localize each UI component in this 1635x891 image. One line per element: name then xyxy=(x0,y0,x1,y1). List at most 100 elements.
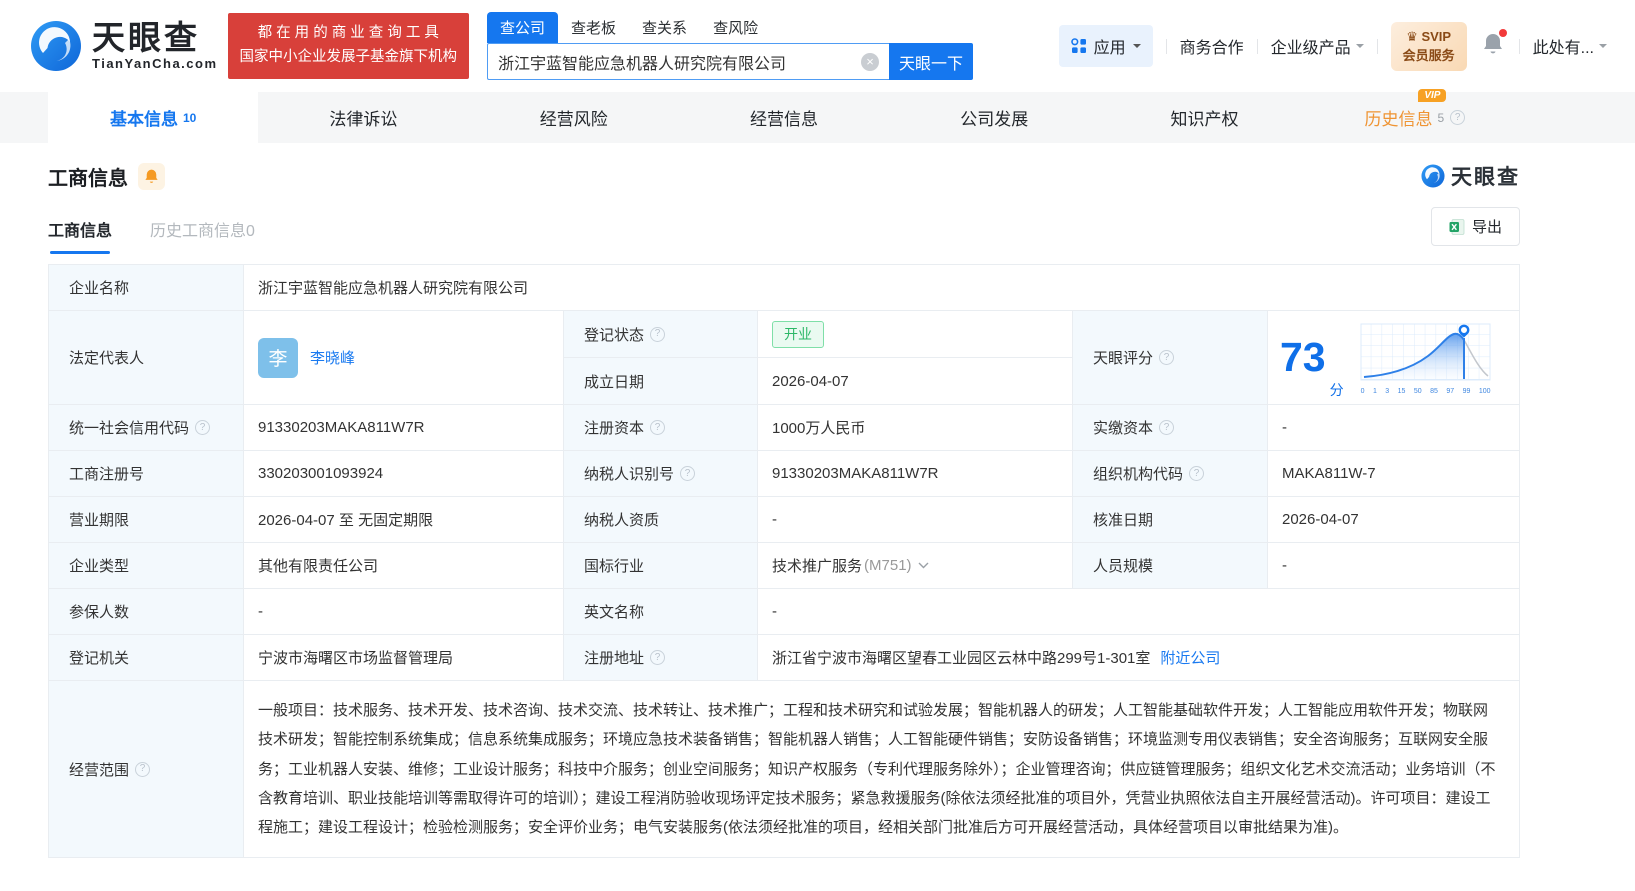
reg-status-value: 开业 xyxy=(758,311,1073,358)
score-distribution-chart: 01 3 15 50 85 97 99 100 xyxy=(1360,323,1492,395)
table-row: 企业类型 其他有限责任公司 国标行业 技术推广服务 (M751) 人员规模 - xyxy=(49,543,1520,589)
menu-enterprise-products[interactable]: 企业级产品 xyxy=(1271,34,1364,58)
help-icon[interactable]: ? xyxy=(1159,350,1175,365)
search-button[interactable]: 天眼一下 xyxy=(889,43,974,80)
bell-icon xyxy=(145,169,158,183)
tab-history-info[interactable]: VIP 历史信息 5 ? xyxy=(1310,89,1520,143)
tab-count: 5 xyxy=(1437,110,1445,125)
reg-status-label: 登记状态? xyxy=(564,311,758,358)
svip-member-button[interactable]: ♛ SVIP 会员服务 xyxy=(1390,21,1467,71)
score-curve xyxy=(1360,323,1491,380)
tab-company-development[interactable]: 公司发展 xyxy=(889,92,1099,143)
english-name-value: - xyxy=(758,589,1520,635)
table-row: 统一社会信用代码? 91330203MAKA811W7R 注册资本? 1000万… xyxy=(49,405,1520,451)
crown-icon: ♛ xyxy=(1406,28,1418,44)
insured-label: 参保人数 xyxy=(49,589,244,635)
search-input-wrap: × xyxy=(487,43,890,80)
legal-rep-value: 李 李晓峰 xyxy=(244,311,564,405)
vip-badge: VIP xyxy=(1418,89,1447,102)
help-icon[interactable]: ? xyxy=(650,420,666,435)
business-scope-value: 一般项目：技术服务、技术开发、技术咨询、技术交流、技术转让、技术推广；工程和技术… xyxy=(244,681,1520,859)
section-title: 工商信息 xyxy=(48,167,128,190)
help-icon[interactable]: ? xyxy=(650,650,666,665)
help-icon[interactable]: ? xyxy=(1159,420,1175,435)
approval-date-value: 2026-04-07 xyxy=(1268,497,1520,543)
staff-size-value: - xyxy=(1268,543,1520,589)
table-row: 企业名称 浙江宇蓝智能应急机器人研究院有限公司 xyxy=(49,265,1520,311)
taxpayer-id-label: 纳税人识别号? xyxy=(564,451,758,497)
taxpayer-quality-label: 纳税人资质 xyxy=(564,497,758,543)
help-icon[interactable]: ? xyxy=(1189,466,1205,481)
svip-line1: ♛ SVIP xyxy=(1406,28,1452,44)
apps-menu-button[interactable]: 应用 xyxy=(1058,25,1153,67)
establish-date-value: 2026-04-07 xyxy=(758,358,1073,405)
tab-basic-info[interactable]: 基本信息 10 xyxy=(48,92,259,143)
tianyancha-logo[interactable]: 天眼查 TianYanCha.com xyxy=(30,20,218,72)
menu-business-cooperation[interactable]: 商务合作 xyxy=(1180,34,1244,58)
tab-operation-info[interactable]: 经营信息 xyxy=(679,92,889,143)
help-icon[interactable]: ? xyxy=(135,761,151,777)
chevron-down-icon[interactable] xyxy=(918,562,929,569)
avatar[interactable]: 李 xyxy=(258,337,298,378)
logo-subtitle: TianYanCha.com xyxy=(92,55,218,71)
watermark-logo: 天眼查 xyxy=(1421,161,1520,191)
promo-banner: 都 在 用 的 商 业 查 询 工 具 国家中小企业发展子基金旗下机构 xyxy=(227,13,470,79)
industry-code: (M751) xyxy=(864,557,912,574)
reg-authority-label: 登记机关 xyxy=(49,635,244,681)
notifications-button[interactable] xyxy=(1482,28,1507,61)
staff-size-label: 人员规模 xyxy=(1073,543,1268,589)
search-input[interactable] xyxy=(498,52,862,71)
svip-line2: 会员服务 xyxy=(1402,48,1455,63)
business-scope-label: 经营范围? xyxy=(49,681,244,859)
search-tab-company[interactable]: 查公司 xyxy=(487,12,559,43)
subscribe-bell-button[interactable] xyxy=(138,162,165,190)
subtab-business-info[interactable]: 工商信息 xyxy=(48,217,112,254)
score-axis-ticks: 01 3 15 50 85 97 99 100 xyxy=(1360,387,1491,395)
help-icon[interactable]: ? xyxy=(195,420,211,435)
reg-capital-value: 1000万人民币 xyxy=(758,405,1073,451)
help-icon[interactable]: ? xyxy=(650,326,666,342)
divider xyxy=(1376,38,1378,54)
watermark-text: 天眼查 xyxy=(1451,166,1520,189)
company-name-value: 浙江宇蓝智能应急机器人研究院有限公司 xyxy=(244,265,1520,311)
company-nav-tabs: 基本信息 10 法律诉讼 经营风险 经营信息 公司发展 知识产权 VIP 历史信… xyxy=(0,89,1635,143)
divider xyxy=(1165,38,1167,54)
divider xyxy=(1256,38,1258,54)
search-tab-risk[interactable]: 查风险 xyxy=(700,12,771,43)
legal-rep-label: 法定代表人 xyxy=(49,311,244,405)
tab-legal-litigation[interactable]: 法律诉讼 xyxy=(258,92,468,143)
tianyancha-logo-icon xyxy=(31,21,81,71)
table-row: 参保人数 - 英文名称 - xyxy=(49,589,1520,635)
tianyancha-logo-icon xyxy=(1421,164,1445,188)
tab-intellectual-property[interactable]: 知识产权 xyxy=(1099,92,1309,143)
search-tab-boss[interactable]: 查老板 xyxy=(558,12,629,43)
clear-search-icon[interactable]: × xyxy=(861,52,880,71)
score-label: 天眼评分? xyxy=(1073,311,1268,405)
logo-title: 天眼查 xyxy=(92,19,200,57)
legal-rep-link[interactable]: 李晓峰 xyxy=(310,347,355,368)
top-menu: 应用 商务合作 企业级产品 ♛ SVIP 会员服务 此处有... xyxy=(1058,21,1607,71)
table-row: 法定代表人 李 李晓峰 登记状态? 开业 天眼评分? 73 分 0 1 3 15… xyxy=(49,311,1520,405)
score-unit: 分 xyxy=(1329,382,1344,398)
help-icon[interactable]: ? xyxy=(680,466,696,481)
nearby-companies-link[interactable]: 附近公司 xyxy=(1160,647,1220,668)
tab-operation-risk[interactable]: 经营风险 xyxy=(469,92,679,143)
user-menu[interactable]: 此处有... xyxy=(1533,34,1607,58)
industry-label: 国标行业 xyxy=(564,543,758,589)
reg-number-label: 工商注册号 xyxy=(49,451,244,497)
promo-line1: 都 在 用 的 商 业 查 询 工 具 xyxy=(257,25,439,42)
insured-value: - xyxy=(244,589,564,635)
search-tab-relation[interactable]: 查关系 xyxy=(629,12,700,43)
score-value: 73 分 0 1 3 15 50 85 97 99 100 xyxy=(1268,311,1520,405)
reg-address-value: 浙江省宁波市海曙区望春工业园区云林中路299号1-301室 附近公司 xyxy=(758,635,1520,681)
reg-authority-value: 宁波市海曙区市场监督管理局 xyxy=(244,635,564,681)
export-button[interactable]: 导出 xyxy=(1430,207,1520,246)
table-row: 登记机关 宁波市海曙区市场监督管理局 注册地址? 浙江省宁波市海曙区望春工业园区… xyxy=(49,635,1520,681)
search-area: 查公司 查老板 查关系 查风险 × 天眼一下 xyxy=(487,12,974,80)
subtab-history-business-info[interactable]: 历史工商信息0 xyxy=(150,217,255,254)
help-icon[interactable]: ? xyxy=(1450,110,1466,125)
status-badge: 开业 xyxy=(772,320,824,348)
table-row: 营业期限 2026-04-07 至 无固定期限 纳税人资质 - 核准日期 202… xyxy=(49,497,1520,543)
business-info-table: 企业名称 浙江宇蓝智能应急机器人研究院有限公司 法定代表人 李 李晓峰 登记状态… xyxy=(48,264,1520,859)
chevron-down-icon xyxy=(1355,44,1364,52)
